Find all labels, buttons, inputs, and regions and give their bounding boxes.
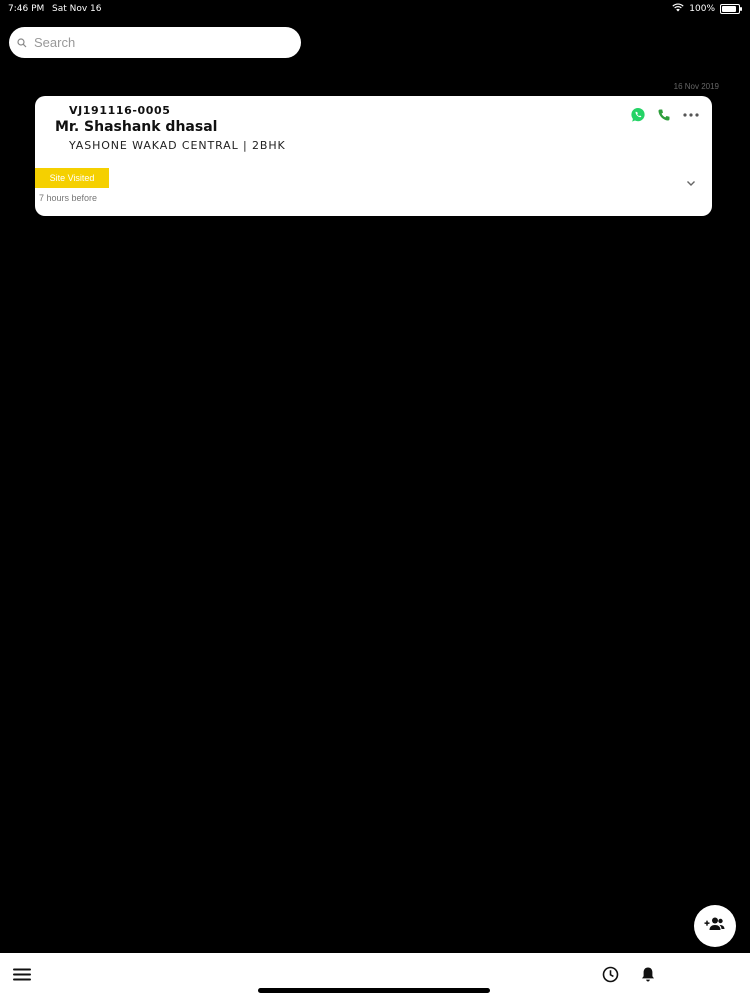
phone-icon[interactable]	[657, 108, 671, 122]
home-indicator	[258, 988, 490, 993]
card-actions	[630, 107, 700, 123]
status-indicators: 100%	[672, 3, 742, 15]
lead-name: Mr. Shashank dhasal	[55, 119, 218, 135]
search-bar[interactable]	[9, 27, 301, 58]
wifi-icon	[672, 3, 684, 15]
status-bar: 7:46 PM Sat Nov 16 100%	[0, 0, 750, 18]
status-badge: Site Visited	[35, 168, 109, 188]
date-section-header: 16 Nov 2019	[673, 82, 719, 91]
hamburger-menu-icon[interactable]	[13, 968, 31, 981]
status-time: 7:46 PM	[8, 4, 45, 14]
chevron-down-icon[interactable]	[686, 180, 696, 187]
add-contact-icon	[704, 916, 726, 936]
bell-icon[interactable]	[640, 966, 656, 983]
lead-id: VJ191116-0005	[69, 104, 171, 117]
time-ago: 7 hours before	[39, 193, 98, 203]
clock-icon[interactable]	[602, 966, 619, 983]
app-screen: 7:46 PM Sat Nov 16 100% 16 Nov 2019	[0, 0, 750, 1000]
lead-project: YASHONE WAKAD CENTRAL | 2BHK	[69, 139, 286, 152]
more-icon[interactable]	[682, 112, 700, 118]
lead-card[interactable]: VJ191116-0005 Mr. Shashank dhasal YASHON…	[35, 96, 712, 216]
battery-icon	[720, 4, 742, 14]
search-input[interactable]	[32, 34, 276, 51]
search-icon	[17, 37, 27, 48]
status-date: Sat Nov 16	[52, 4, 102, 14]
battery-percent: 100%	[689, 4, 715, 14]
whatsapp-icon[interactable]	[630, 107, 646, 123]
add-lead-button[interactable]	[694, 905, 736, 947]
bottom-toolbar	[0, 953, 750, 1000]
